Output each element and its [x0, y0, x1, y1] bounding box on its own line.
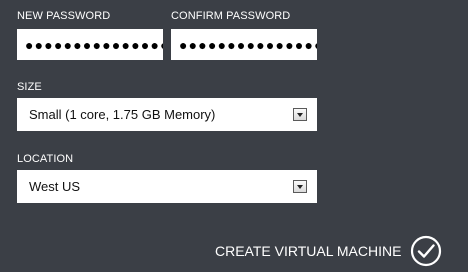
confirm-password-field[interactable]: ●●●●●●●●●●●●●●●● — [171, 29, 317, 60]
location-select-value: West US — [29, 179, 81, 194]
size-select[interactable]: Small (1 core, 1.75 GB Memory) — [17, 98, 317, 131]
size-select-value: Small (1 core, 1.75 GB Memory) — [29, 107, 216, 122]
check-circle-icon — [411, 235, 442, 267]
size-label: SIZE — [17, 81, 42, 93]
new-password-field[interactable]: ●●●●●●●●●●●●●●●● — [17, 29, 163, 60]
new-password-label: NEW PASSWORD — [17, 10, 111, 22]
location-dropdown-arrow-icon[interactable] — [293, 180, 307, 193]
create-virtual-machine-label: CREATE VIRTUAL MACHINE — [215, 243, 402, 259]
confirm-password-label: CONFIRM PASSWORD — [171, 10, 291, 22]
size-dropdown-arrow-icon[interactable] — [293, 108, 307, 121]
location-label: LOCATION — [17, 153, 74, 165]
location-select[interactable]: West US — [17, 170, 317, 203]
create-virtual-machine-button[interactable]: CREATE VIRTUAL MACHINE — [215, 235, 442, 267]
